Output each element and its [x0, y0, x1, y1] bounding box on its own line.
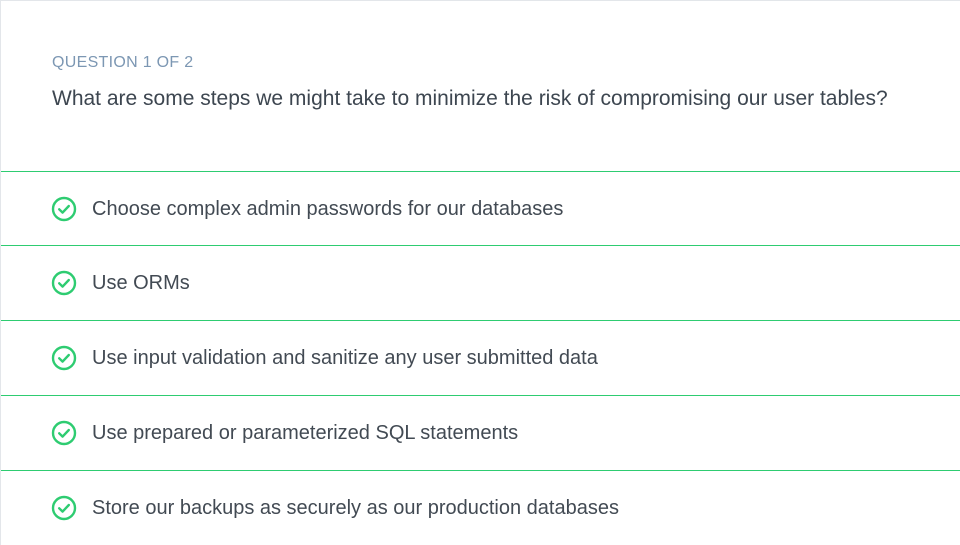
- check-circle-icon: [51, 495, 77, 521]
- question-counter: QUESTION 1 OF 2: [52, 54, 194, 71]
- answer-option[interactable]: Use prepared or parameterized SQL statem…: [1, 395, 960, 470]
- answer-label: Choose complex admin passwords for our d…: [92, 197, 564, 220]
- quiz-header: QUESTION 1 OF 2 What are some steps we m…: [1, 1, 960, 171]
- answer-label: Use prepared or parameterized SQL statem…: [92, 422, 519, 444]
- quiz-card: QUESTION 1 OF 2 What are some steps we m…: [0, 0, 960, 545]
- answer-label: Use input validation and sanitize any us…: [92, 347, 598, 369]
- answer-option[interactable]: Use ORMs: [1, 245, 960, 320]
- answer-label: Use ORMs: [92, 272, 190, 294]
- question-text: What are some steps we might take to min…: [52, 87, 888, 110]
- check-circle-icon: [51, 345, 77, 371]
- answer-option[interactable]: Store our backups as securely as our pro…: [1, 470, 960, 545]
- check-circle-icon: [51, 420, 77, 446]
- check-circle-icon: [51, 270, 77, 296]
- answer-option[interactable]: Use input validation and sanitize any us…: [1, 320, 960, 395]
- answer-label: Store our backups as securely as our pro…: [92, 497, 619, 519]
- check-circle-icon: [51, 196, 77, 222]
- answer-list: Choose complex admin passwords for our d…: [1, 171, 960, 545]
- answer-option[interactable]: Choose complex admin passwords for our d…: [1, 171, 960, 245]
